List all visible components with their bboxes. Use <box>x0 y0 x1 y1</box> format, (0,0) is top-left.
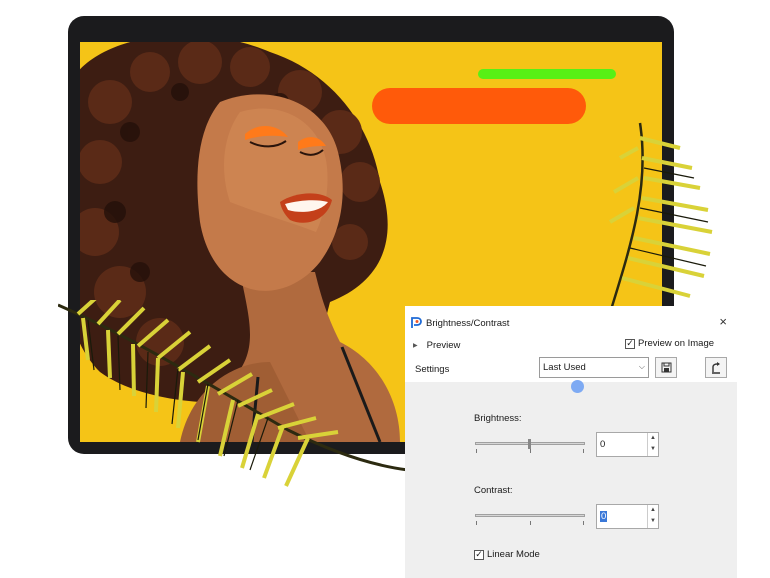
arrow-down-icon[interactable]: ▼ <box>648 516 658 527</box>
contrast-label: Contrast: <box>474 485 513 496</box>
close-button[interactable]: × <box>719 314 727 329</box>
chevron-down-icon: ⌵ <box>638 362 645 371</box>
brightness-slider[interactable] <box>475 437 585 453</box>
contrast-spinbox[interactable]: 0 ▲ ▼ <box>596 504 659 529</box>
triangle-right-icon: ▶ <box>413 343 418 349</box>
save-icon <box>661 362 671 373</box>
app-icon <box>411 317 422 328</box>
palm-leaf-right <box>608 122 713 314</box>
reset-button[interactable] <box>705 357 727 378</box>
contrast-stepper[interactable]: ▲ ▼ <box>647 505 658 528</box>
linear-mode-label: Linear Mode <box>487 549 540 560</box>
reset-icon <box>712 361 720 374</box>
arrow-down-icon[interactable]: ▼ <box>648 444 658 455</box>
preview-on-image-checkbox[interactable]: ✓ <box>625 338 635 349</box>
preview-expander[interactable]: ▶ Preview <box>413 340 460 351</box>
settings-value: Last Used <box>543 362 586 373</box>
contrast-slider[interactable] <box>475 509 585 525</box>
palm-leaf-left <box>58 300 409 487</box>
brightness-input[interactable]: 0 <box>600 439 605 450</box>
dialog-title-bar: Brightness/Contrast <box>411 316 509 330</box>
drag-handle[interactable] <box>571 380 584 393</box>
linear-mode-toggle[interactable]: ✓ Linear Mode <box>474 549 540 560</box>
linear-mode-checkbox[interactable]: ✓ <box>474 549 484 560</box>
settings-dropdown[interactable]: Last Used ⌵ <box>539 357 649 378</box>
brightness-slider-thumb[interactable] <box>528 439 531 449</box>
settings-label: Settings <box>415 364 450 375</box>
brightness-contrast-dialog: Brightness/Contrast × ▶ Preview ✓ Previe… <box>405 306 737 578</box>
brightness-stepper[interactable]: ▲ ▼ <box>647 433 658 456</box>
brightness-spinbox[interactable]: 0 ▲ ▼ <box>596 432 659 457</box>
contrast-input[interactable]: 0 <box>600 511 608 522</box>
preview-on-image-label: Preview on Image <box>638 338 715 349</box>
arrow-up-icon[interactable]: ▲ <box>648 505 658 516</box>
preview-label: Preview <box>426 340 461 351</box>
save-preset-button[interactable] <box>655 357 677 378</box>
arrow-up-icon[interactable]: ▲ <box>648 433 658 444</box>
adjustments-panel: Brightness: 0 ▲ ▼ Contrast: 0 ▲ ▼ ✓ Line… <box>405 380 737 578</box>
preview-on-image-toggle[interactable]: ✓ Preview on Image <box>625 338 714 349</box>
dialog-title: Brightness/Contrast <box>426 317 510 329</box>
brightness-label: Brightness: <box>474 413 522 424</box>
